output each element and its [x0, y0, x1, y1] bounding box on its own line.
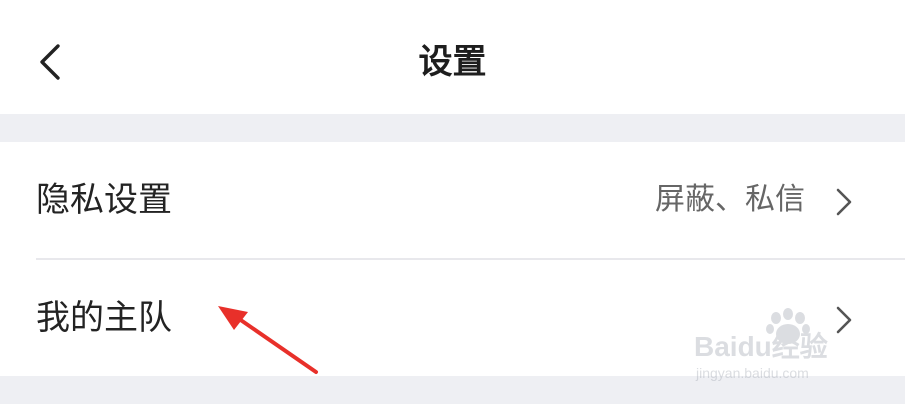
- row-label: 我的主队: [36, 298, 172, 338]
- row-value: 屏蔽、私信: [655, 182, 805, 217]
- nav-header: 设置: [0, 0, 905, 114]
- row-label: 隐私设置: [36, 180, 172, 220]
- page-title: 设置: [418, 42, 487, 82]
- settings-list: 隐私设置 屏蔽、私信 我的主队: [0, 142, 905, 376]
- my-home-team-row[interactable]: 我的主队: [0, 260, 905, 376]
- chevron-right-icon: [835, 306, 853, 334]
- privacy-settings-row[interactable]: 隐私设置 屏蔽、私信: [0, 142, 905, 258]
- chevron-right-icon: [835, 188, 853, 216]
